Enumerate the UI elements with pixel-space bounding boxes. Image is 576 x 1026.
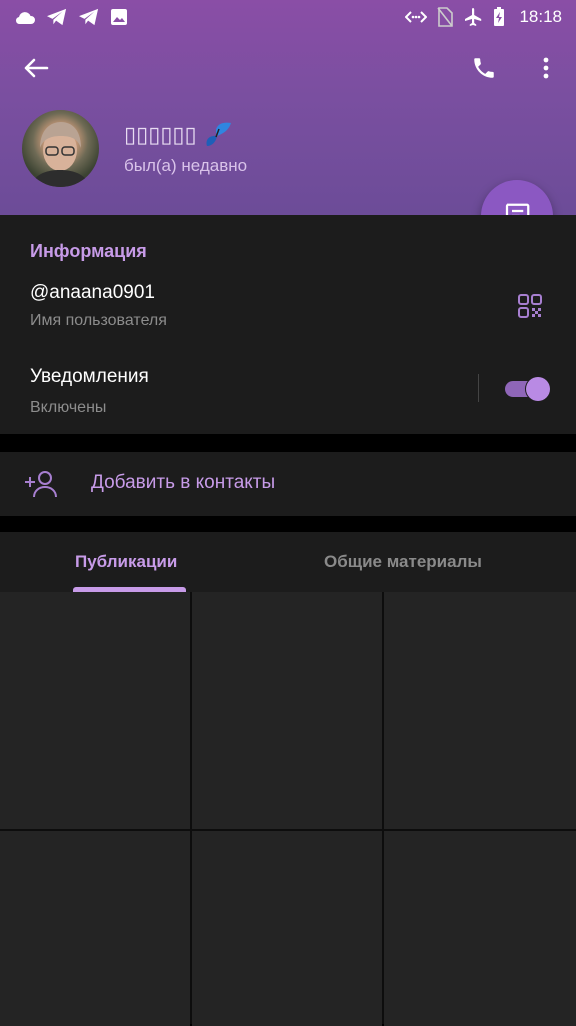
code-brackets-icon <box>405 11 428 23</box>
profile-header: 18:18 ▯▯▯▯▯▯ был(а) недавно <box>0 0 576 215</box>
media-grid-cell[interactable] <box>0 592 190 829</box>
cloud-icon <box>15 12 35 25</box>
profile-name: ▯▯▯▯▯▯ <box>124 120 233 150</box>
qr-code-button[interactable] <box>508 289 552 323</box>
status-bar: 18:18 <box>0 0 576 34</box>
username-label: Имя пользователя <box>30 312 167 329</box>
add-contact-row[interactable]: Добавить в контакты <box>0 452 576 516</box>
more-vertical-icon <box>543 57 549 79</box>
media-grid-cell[interactable] <box>192 831 382 1026</box>
telegram-icon <box>79 8 99 26</box>
profile-status: был(а) недавно <box>124 156 248 175</box>
back-button[interactable] <box>14 46 58 90</box>
notifications-status: Включены <box>30 399 107 416</box>
tab-shared-media[interactable]: Общие материалы <box>324 552 482 572</box>
butterfly-icon <box>206 122 231 146</box>
avatar-photo <box>30 122 91 187</box>
image-icon <box>111 9 127 25</box>
no-sim-icon <box>437 7 454 27</box>
airplane-icon <box>465 8 482 26</box>
tab-publications[interactable]: Публикации <box>75 552 177 572</box>
call-button[interactable] <box>462 46 506 90</box>
divider <box>478 374 479 402</box>
info-card: Информация @anaana0901 Имя пользователя … <box>0 215 576 434</box>
profile-name-text: ▯▯▯▯▯▯ <box>124 122 197 147</box>
toggle-knob <box>526 377 550 401</box>
media-grid-cell[interactable] <box>384 831 576 1026</box>
media-grid-cell[interactable] <box>192 592 382 829</box>
media-grid-cell[interactable] <box>384 592 576 829</box>
avatar[interactable] <box>22 110 99 187</box>
phone-icon <box>474 58 494 78</box>
media-grid <box>0 592 576 1026</box>
more-options-button[interactable] <box>524 46 568 90</box>
media-tabs: Публикации Общие материалы <box>0 532 576 592</box>
notifications-toggle[interactable] <box>505 377 550 401</box>
add-person-icon <box>25 471 57 498</box>
qr-code-icon <box>518 294 542 318</box>
telegram-icon <box>47 8 67 26</box>
arrow-left-icon <box>24 58 49 78</box>
notifications-title[interactable]: Уведомления <box>30 366 149 388</box>
username[interactable]: @anaana0901 <box>30 282 155 304</box>
media-grid-cell[interactable] <box>0 831 190 1026</box>
status-time: 18:18 <box>519 7 562 26</box>
add-contact-label: Добавить в контакты <box>91 472 276 493</box>
battery-charging-icon <box>494 7 505 26</box>
info-section-title: Информация <box>30 241 147 261</box>
